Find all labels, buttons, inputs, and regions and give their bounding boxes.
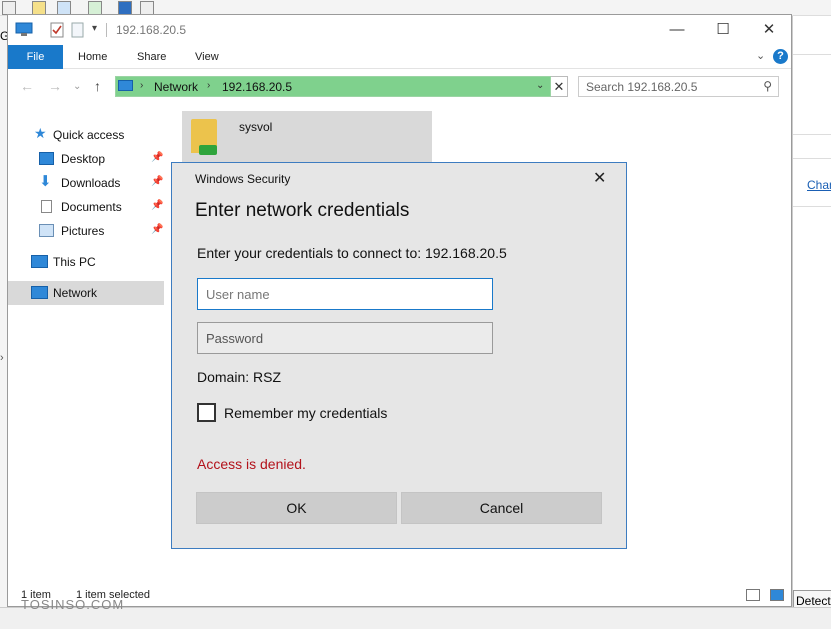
pin-icon[interactable]: 📌 [151,200,163,211]
desktop-icon [39,152,54,165]
cancel-button[interactable]: Cancel [401,492,602,524]
tab-share[interactable]: Share [137,45,166,69]
tab-view[interactable]: View [195,45,219,69]
divider [106,23,107,37]
navigation-bar: ← → ⌄ ↑ › Network › 192.168.20.5 ⌄ ✕ Sea… [8,70,791,104]
pin-icon[interactable]: 📌 [151,152,163,163]
background-left-strip: G › [0,16,9,629]
nav-item-downloads[interactable]: ⬇ Downloads 📌 [8,171,164,195]
forward-arrow-icon [2,1,16,15]
help-button[interactable]: ? [773,49,788,64]
maximize-button[interactable]: ☐ [700,15,746,45]
ribbon: File Home Share View ⌄ ? [8,45,791,69]
watermark: TOSINSO.COM [21,597,125,612]
close-icon[interactable]: ✕ [593,168,606,188]
divider [793,54,831,55]
username-input[interactable] [197,278,493,310]
close-button[interactable]: ✕ [746,15,792,45]
remember-credentials-checkbox[interactable] [197,403,216,422]
breadcrumb-separator-icon[interactable]: › [207,80,210,91]
connect-text: Enter your credentials to connect to: 19… [197,245,507,261]
address-bar[interactable]: › Network › 192.168.20.5 ⌄ [115,76,551,97]
nav-item-this-pc[interactable]: This PC [8,250,164,274]
background-right-pane: Chan Detect N [792,16,831,629]
computer-icon [118,80,133,91]
pin-icon[interactable]: 📌 [151,224,163,235]
breadcrumb-network[interactable]: Network [154,80,198,94]
nav-item-network[interactable]: Network [8,281,164,305]
nav-item-label: Pictures [61,224,105,238]
nav-item-label: Network [53,286,98,300]
dialog-title: Windows Security [195,172,291,186]
network-icon [31,286,48,299]
folder-name: sysvol [239,120,273,134]
forward-arrow-icon[interactable]: → [48,78,62,94]
large-icons-view-icon[interactable] [770,589,784,601]
dialog-heading: Enter network credentials [195,200,410,221]
nav-item-label: This PC [53,255,96,269]
nav-item-label: Quick access [53,128,125,142]
title-bar: ▾ 192.168.20.5 — ☐ ✕ [8,15,791,45]
nav-item-desktop[interactable]: Desktop 📌 [8,147,164,171]
nav-item-documents[interactable]: Documents 📌 [8,195,164,219]
navigation-pane: ★ Quick access Desktop 📌 ⬇ Downloads 📌 D… [8,105,168,585]
background-bottom-strip [0,607,831,629]
back-arrow-icon[interactable]: ← [20,78,34,94]
properties-icon[interactable] [50,22,64,38]
divider [793,158,831,159]
breadcrumb-current[interactable]: 192.168.20.5 [222,80,292,94]
clear-address-icon[interactable]: ✕ [551,76,568,97]
folder-item-sysvol[interactable]: sysvol [182,111,432,167]
download-icon: ⬇ [39,173,52,190]
divider [793,134,831,135]
search-icon[interactable]: ⚲ [763,79,772,93]
error-message: Access is denied. [197,456,306,472]
document-icon [41,200,52,213]
star-icon: ★ [34,125,47,141]
help-book-icon [118,1,132,15]
computer-icon [31,255,48,268]
breadcrumb-separator-icon[interactable]: › [140,80,143,91]
recent-locations-chevron-icon[interactable]: ⌄ [73,81,81,92]
window-title: 192.168.20.5 [116,23,187,37]
credentials-dialog: Windows Security ✕ Enter network credent… [171,162,627,549]
nav-item-label: Desktop [61,152,106,166]
up-arrow-icon[interactable]: ↑ [94,78,101,94]
ok-button[interactable]: OK [196,492,397,524]
customize-chevron-icon[interactable]: ▾ [92,23,97,34]
details-view-icon[interactable] [746,589,760,601]
search-box[interactable]: Search 192.168.20.5 ⚲ [578,76,779,97]
status-bar: 1 item 1 item selected [8,587,791,607]
password-input[interactable] [197,322,493,354]
nav-item-label: Downloads [61,176,121,190]
remember-credentials-label[interactable]: Remember my credentials [224,405,387,421]
refresh-icon [88,1,102,15]
collapse-arrow-icon: › [0,352,4,364]
minimize-button[interactable]: — [654,15,700,45]
address-dropdown-chevron-icon[interactable]: ⌄ [536,80,544,91]
window-icon [57,1,71,15]
pin-icon[interactable]: 📌 [151,176,163,187]
folder-icon [32,1,46,15]
expand-ribbon-chevron-icon[interactable]: ⌄ [756,49,765,62]
change-link[interactable]: Chan [807,178,831,192]
divider [793,206,831,207]
panel-icon [140,1,154,15]
new-folder-icon[interactable] [71,22,85,38]
computer-icon [15,22,33,36]
pictures-icon [39,224,54,237]
nav-item-label: Documents [61,200,122,214]
nav-item-pictures[interactable]: Pictures 📌 [8,219,164,243]
nav-item-quick-access[interactable]: ★ Quick access [8,123,164,147]
tab-file[interactable]: File [8,45,63,69]
search-placeholder: Search 192.168.20.5 [586,80,698,94]
shared-folder-icon [191,119,217,155]
tab-home[interactable]: Home [78,45,107,69]
domain-text: Domain: RSZ [197,369,282,385]
